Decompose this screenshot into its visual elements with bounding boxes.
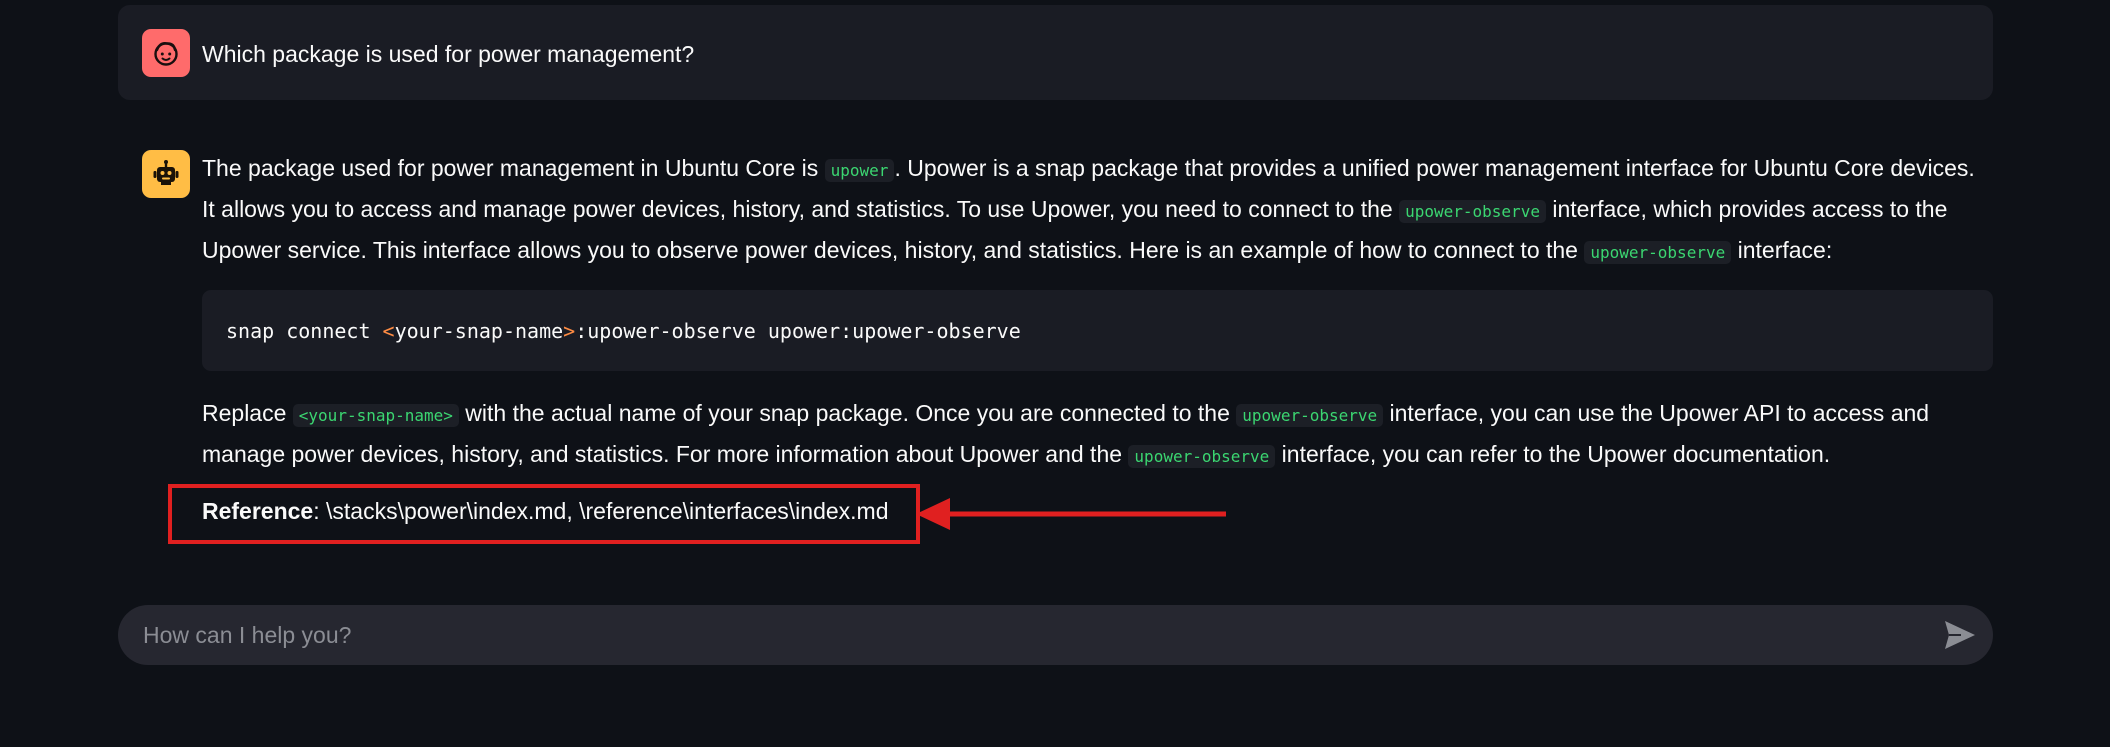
inline-code: upower-observe xyxy=(1128,445,1276,468)
code-argument: your-snap-name xyxy=(394,318,564,343)
inline-code: upower xyxy=(824,159,895,182)
assistant-paragraph-1: The package used for power management in… xyxy=(202,149,1993,272)
text-span: Replace xyxy=(202,400,293,426)
chat-input-bar xyxy=(118,605,1993,665)
text-span: with the actual name of your snap packag… xyxy=(458,400,1237,426)
reference-highlight-box xyxy=(168,484,920,544)
assistant-paragraph-2: Replace <your-snap-name> with the actual… xyxy=(202,394,1993,476)
assistant-message: The package used for power management in… xyxy=(202,149,1993,476)
code-rest: :upower-observe upower:upower-observe xyxy=(575,318,1021,343)
text-span: interface, you can refer to the Upower d… xyxy=(1275,441,1831,467)
inline-code: upower-observe xyxy=(1236,404,1384,427)
assistant-avatar xyxy=(142,150,190,198)
arrow-left-icon xyxy=(916,498,1226,530)
inline-code: upower-observe xyxy=(1584,241,1732,264)
send-button[interactable] xyxy=(1943,619,1977,651)
inline-code: <your-snap-name> xyxy=(292,404,459,427)
code-block: snap connect < your-snap-name >:upower-obs… xyxy=(202,290,1993,371)
text-span: interface: xyxy=(1731,237,1833,263)
code-bracket-open: < xyxy=(382,318,395,343)
user-message: Which package is used for power manageme… xyxy=(118,5,1993,100)
code-bracket-close: > xyxy=(563,318,576,343)
text-span: The package used for power management in… xyxy=(202,155,825,181)
robot-icon xyxy=(153,160,179,185)
code-command: snap connect xyxy=(226,318,383,343)
chat-input[interactable] xyxy=(143,605,1923,665)
send-icon xyxy=(1945,621,1975,649)
inline-code: upower-observe xyxy=(1399,200,1546,223)
face-icon xyxy=(154,42,178,66)
user-message-text: Which package is used for power manageme… xyxy=(202,41,695,67)
user-avatar xyxy=(142,29,190,77)
